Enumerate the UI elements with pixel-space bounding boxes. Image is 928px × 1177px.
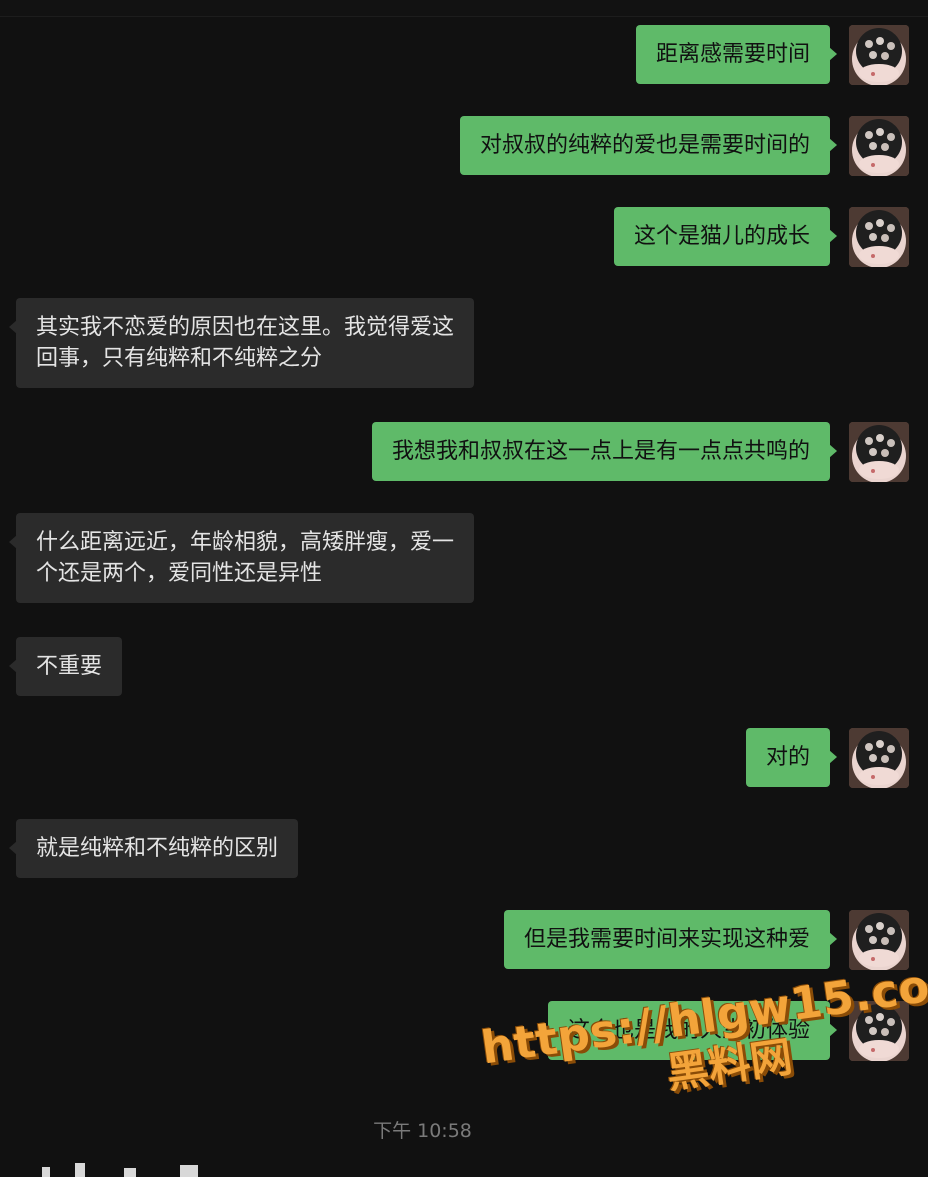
sent-message-bubble[interactable]: 但是我需要时间来实现这种爱 xyxy=(503,910,838,969)
received-message-bubble[interactable]: 不重要 xyxy=(8,637,123,696)
cropped-bottom-fragment xyxy=(30,1160,230,1177)
message-row: 就是纯粹和不纯粹的区别 xyxy=(8,819,299,878)
message-row: 距离感需要时间 xyxy=(635,25,909,85)
message-row: 但是我需要时间来实现这种爱 xyxy=(503,910,909,970)
chat-window: 距离感需要时间 对叔叔的纯粹的爱也是需要时间的 这个是猫儿的成长 其实我不恋爱的… xyxy=(0,0,928,1177)
message-row: 其实我不恋爱的原因也在这里。我觉得爱这 回事，只有纯粹和不纯粹之分 xyxy=(8,298,475,388)
message-row: 我想我和叔叔在这一点上是有一点点共鸣的 xyxy=(371,422,909,482)
user-avatar-icon[interactable] xyxy=(849,728,909,788)
user-avatar-icon[interactable] xyxy=(849,207,909,267)
sent-message-bubble[interactable]: 距离感需要时间 xyxy=(635,25,838,84)
message-timestamp: 下午 10:58 xyxy=(373,1120,472,1142)
received-message-bubble[interactable]: 其实我不恋爱的原因也在这里。我觉得爱这 回事，只有纯粹和不纯粹之分 xyxy=(8,298,475,388)
sent-message-bubble[interactable]: 对叔叔的纯粹的爱也是需要时间的 xyxy=(459,116,838,175)
user-avatar-icon[interactable] xyxy=(849,422,909,482)
user-avatar-icon[interactable] xyxy=(849,910,909,970)
message-row: 不重要 xyxy=(8,637,123,696)
received-message-bubble[interactable]: 什么距离远近，年龄相貌，高矮胖瘦，爱一 个还是两个，爱同性还是异性 xyxy=(8,513,475,603)
message-row: 什么距离远近，年龄相貌，高矮胖瘦，爱一 个还是两个，爱同性还是异性 xyxy=(8,513,475,603)
message-row: 这个是猫儿的成长 xyxy=(613,207,909,267)
received-message-bubble[interactable]: 就是纯粹和不纯粹的区别 xyxy=(8,819,299,878)
user-avatar-icon[interactable] xyxy=(849,116,909,176)
user-avatar-icon[interactable] xyxy=(849,25,909,85)
sent-message-bubble[interactable]: 对的 xyxy=(745,728,838,787)
sent-message-bubble[interactable]: 我想我和叔叔在这一点上是有一点点共鸣的 xyxy=(371,422,838,481)
message-row: 对叔叔的纯粹的爱也是需要时间的 xyxy=(459,116,909,176)
sent-message-bubble[interactable]: 这个是猫儿的成长 xyxy=(613,207,838,266)
top-bar-fragment xyxy=(0,0,928,17)
message-row: 对的 xyxy=(745,728,909,788)
